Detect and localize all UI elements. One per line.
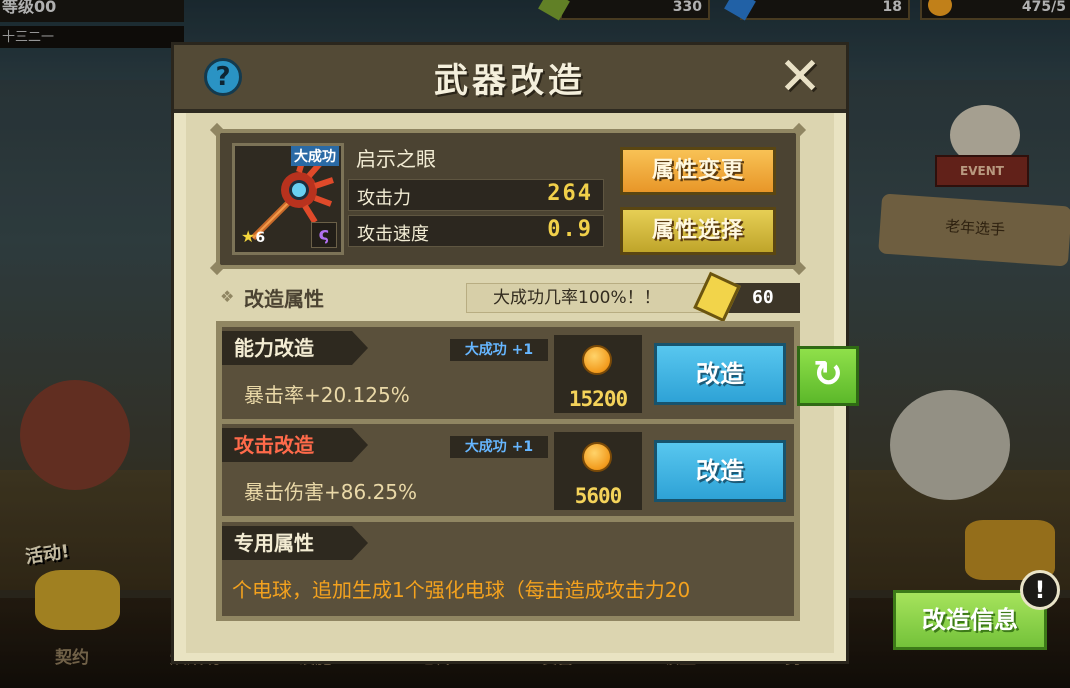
stat-label: 攻击速度 [357, 224, 429, 245]
reform-effect: 暴击率+20.125% [244, 383, 410, 407]
coin-cost-box: 15200 [554, 335, 642, 413]
reform-list: 能力改造 大成功 +1 暴击率+20.125% 15200 改造 攻击改造 大成… [216, 321, 800, 621]
ticket-icon [693, 271, 741, 323]
reform-section-header: ❖ 改造属性 大成功几率100%！！ 60 [216, 271, 800, 323]
great-success-badge: 大成功 +1 [450, 339, 548, 361]
stat-value: 0.9 [547, 217, 593, 242]
weapon-name: 启示之眼 [356, 147, 436, 171]
refresh-icon: ↻ [812, 354, 844, 395]
reform-title: 攻击改造 [222, 428, 368, 462]
star-level: ★6 [241, 227, 266, 246]
stat-attack-speed: 攻击速度 0.9 [348, 215, 604, 247]
reform-button-ability[interactable]: 改造 [654, 343, 786, 405]
weapon-reform-dialog: ? 武器改造 ✕ 大成功 ★6 ς 启示之眼 攻击力 264 攻击速度 0.9 … [171, 42, 849, 664]
corner-ornament [791, 260, 807, 276]
coin-cost: 5600 [574, 484, 623, 508]
weapon-card: 大成功 ★6 ς 启示之眼 攻击力 264 攻击速度 0.9 属性变更 属性选择 [209, 122, 807, 276]
attribute-select-button[interactable]: 属性选择 [620, 207, 776, 255]
reform-row-ability: 能力改造 大成功 +1 暴击率+20.125% 15200 改造 [222, 327, 794, 419]
dialog-header: ? 武器改造 ✕ [174, 45, 846, 113]
great-success-badge: 大成功 +1 [450, 436, 548, 458]
star-icon: ★ [241, 227, 256, 246]
weapon-slot[interactable]: 大成功 ★6 ς [232, 143, 344, 255]
corner-ornament [791, 122, 807, 138]
reform-row-attack: 攻击改造 大成功 +1 暴击伤害+86.25% 5600 改造 [222, 424, 794, 516]
special-description: 个电球，追加生成1个强化电球（每击造成攻击力20 [232, 578, 691, 602]
dialog-body: 大成功 ★6 ς 启示之眼 攻击力 264 攻击速度 0.9 属性变更 属性选择… [186, 113, 834, 653]
gold-coin-icon [582, 345, 612, 375]
alert-icon: ! [1020, 570, 1060, 610]
reform-effect: 暴击伤害+86.25% [244, 480, 418, 504]
coin-cost: 15200 [568, 387, 628, 411]
special-title: 专用属性 [222, 526, 368, 560]
refresh-button[interactable]: ↻ [797, 346, 859, 406]
dialog-title: 武器改造 [434, 61, 586, 101]
section-title: 改造属性 [244, 287, 324, 311]
great-success-tag: 大成功 [291, 146, 339, 166]
corner-ornament [209, 260, 225, 276]
special-attribute-row: 专用属性 个电球，追加生成1个强化电球（每击造成攻击力20 [222, 522, 794, 616]
coin-cost-box: 5600 [554, 432, 642, 510]
close-button[interactable]: ✕ [774, 51, 826, 103]
stat-value: 264 [547, 181, 593, 206]
section-arrow-icon: ❖ [220, 287, 235, 306]
stat-attack: 攻击力 264 [348, 179, 604, 211]
attribute-change-button[interactable]: 属性变更 [620, 147, 776, 195]
corner-ornament [209, 122, 225, 138]
reform-title: 能力改造 [222, 331, 368, 365]
gold-coin-icon [582, 442, 612, 472]
close-icon: ✕ [778, 47, 822, 107]
stat-label: 攻击力 [357, 188, 411, 209]
reform-button-attack[interactable]: 改造 [654, 440, 786, 502]
rune-icon: ς [311, 222, 337, 248]
